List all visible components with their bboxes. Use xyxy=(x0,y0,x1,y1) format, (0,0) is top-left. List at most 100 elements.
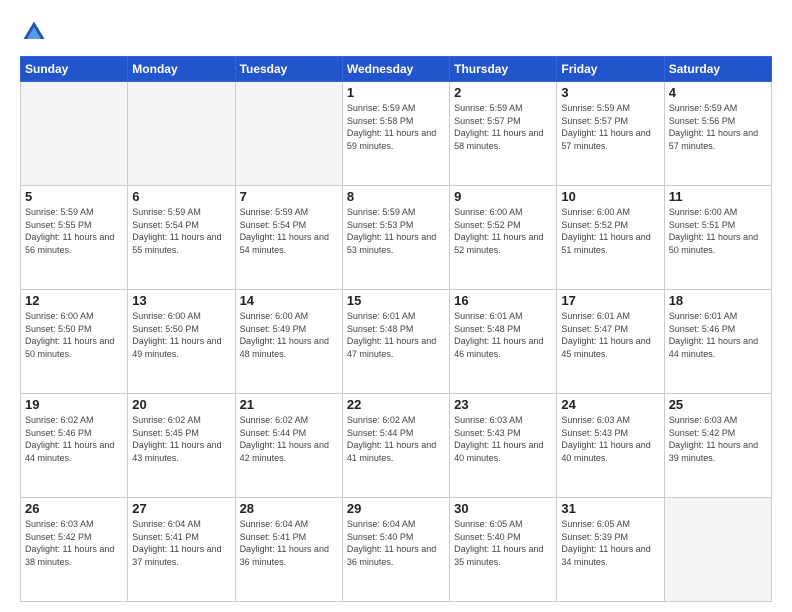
calendar-cell xyxy=(664,498,771,602)
logo xyxy=(20,18,52,46)
day-info: Sunrise: 6:02 AMSunset: 5:46 PMDaylight:… xyxy=(25,414,123,464)
day-number: 1 xyxy=(347,85,445,100)
calendar-cell: 15 Sunrise: 6:01 AMSunset: 5:48 PMDayligh… xyxy=(342,290,449,394)
day-number: 30 xyxy=(454,501,552,516)
day-info: Sunrise: 6:01 AMSunset: 5:48 PMDaylight:… xyxy=(347,310,445,360)
day-number: 20 xyxy=(132,397,230,412)
calendar-weekday-wednesday: Wednesday xyxy=(342,57,449,82)
day-info: Sunrise: 6:00 AMSunset: 5:49 PMDaylight:… xyxy=(240,310,338,360)
calendar-cell: 28 Sunrise: 6:04 AMSunset: 5:41 PMDayligh… xyxy=(235,498,342,602)
calendar-cell: 23 Sunrise: 6:03 AMSunset: 5:43 PMDayligh… xyxy=(450,394,557,498)
calendar-weekday-sunday: Sunday xyxy=(21,57,128,82)
calendar-cell: 21 Sunrise: 6:02 AMSunset: 5:44 PMDayligh… xyxy=(235,394,342,498)
day-number: 28 xyxy=(240,501,338,516)
page: SundayMondayTuesdayWednesdayThursdayFrid… xyxy=(0,0,792,612)
day-number: 4 xyxy=(669,85,767,100)
day-number: 3 xyxy=(561,85,659,100)
day-info: Sunrise: 6:03 AMSunset: 5:43 PMDaylight:… xyxy=(561,414,659,464)
day-info: Sunrise: 6:05 AMSunset: 5:39 PMDaylight:… xyxy=(561,518,659,568)
calendar-cell xyxy=(235,82,342,186)
day-info: Sunrise: 5:59 AMSunset: 5:57 PMDaylight:… xyxy=(561,102,659,152)
calendar-table: SundayMondayTuesdayWednesdayThursdayFrid… xyxy=(20,56,772,602)
calendar-cell: 30Sunrise: 6:05 AMSunset: 5:40 PMDayligh… xyxy=(450,498,557,602)
day-number: 22 xyxy=(347,397,445,412)
day-number: 16 xyxy=(454,293,552,308)
day-number: 12 xyxy=(25,293,123,308)
day-number: 19 xyxy=(25,397,123,412)
day-info: Sunrise: 5:59 AMSunset: 5:54 PMDaylight:… xyxy=(132,206,230,256)
day-info: Sunrise: 6:03 AMSunset: 5:42 PMDaylight:… xyxy=(25,518,123,568)
day-info: Sunrise: 5:59 AMSunset: 5:58 PMDaylight:… xyxy=(347,102,445,152)
day-number: 2 xyxy=(454,85,552,100)
calendar-cell xyxy=(21,82,128,186)
day-info: Sunrise: 6:01 AMSunset: 5:48 PMDaylight:… xyxy=(454,310,552,360)
logo-icon xyxy=(20,18,48,46)
day-info: Sunrise: 6:00 AMSunset: 5:51 PMDaylight:… xyxy=(669,206,767,256)
calendar-header-row: SundayMondayTuesdayWednesdayThursdayFrid… xyxy=(21,57,772,82)
calendar-cell: 7Sunrise: 5:59 AMSunset: 5:54 PMDaylight… xyxy=(235,186,342,290)
day-number: 14 xyxy=(240,293,338,308)
day-number: 8 xyxy=(347,189,445,204)
header xyxy=(20,18,772,46)
day-number: 18 xyxy=(669,293,767,308)
day-number: 10 xyxy=(561,189,659,204)
calendar-cell: 4Sunrise: 5:59 AMSunset: 5:56 PMDaylight… xyxy=(664,82,771,186)
calendar-cell: 9 Sunrise: 6:00 AMSunset: 5:52 PMDaylight… xyxy=(450,186,557,290)
day-number: 25 xyxy=(669,397,767,412)
calendar-weekday-friday: Friday xyxy=(557,57,664,82)
day-info: Sunrise: 6:04 AMSunset: 5:40 PMDaylight:… xyxy=(347,518,445,568)
day-info: Sunrise: 6:00 AMSunset: 5:50 PMDaylight:… xyxy=(25,310,123,360)
day-info: Sunrise: 6:02 AMSunset: 5:44 PMDaylight:… xyxy=(240,414,338,464)
day-info: Sunrise: 6:04 AMSunset: 5:41 PMDaylight:… xyxy=(240,518,338,568)
calendar-cell: 1 Sunrise: 5:59 AMSunset: 5:58 PMDaylight… xyxy=(342,82,449,186)
calendar-cell: 25 Sunrise: 6:03 AMSunset: 5:42 PMDayligh… xyxy=(664,394,771,498)
calendar-weekday-saturday: Saturday xyxy=(664,57,771,82)
day-number: 23 xyxy=(454,397,552,412)
day-number: 6 xyxy=(132,189,230,204)
day-info: Sunrise: 5:59 AMSunset: 5:57 PMDaylight:… xyxy=(454,102,552,152)
calendar-cell: 13Sunrise: 6:00 AMSunset: 5:50 PMDayligh… xyxy=(128,290,235,394)
calendar-cell: 24 Sunrise: 6:03 AMSunset: 5:43 PMDayligh… xyxy=(557,394,664,498)
calendar-cell: 11 Sunrise: 6:00 AMSunset: 5:51 PMDayligh… xyxy=(664,186,771,290)
day-info: Sunrise: 6:03 AMSunset: 5:42 PMDaylight:… xyxy=(669,414,767,464)
calendar-weekday-tuesday: Tuesday xyxy=(235,57,342,82)
day-number: 31 xyxy=(561,501,659,516)
day-number: 9 xyxy=(454,189,552,204)
day-number: 27 xyxy=(132,501,230,516)
calendar-week-row: 5 Sunrise: 5:59 AMSunset: 5:55 PMDaylight… xyxy=(21,186,772,290)
day-number: 11 xyxy=(669,189,767,204)
day-info: Sunrise: 5:59 AMSunset: 5:54 PMDaylight:… xyxy=(240,206,338,256)
calendar-weekday-thursday: Thursday xyxy=(450,57,557,82)
day-info: Sunrise: 6:04 AMSunset: 5:41 PMDaylight:… xyxy=(132,518,230,568)
calendar-cell: 29 Sunrise: 6:04 AMSunset: 5:40 PMDayligh… xyxy=(342,498,449,602)
calendar-cell: 10 Sunrise: 6:00 AMSunset: 5:52 PMDayligh… xyxy=(557,186,664,290)
day-info: Sunrise: 6:00 AMSunset: 5:50 PMDaylight:… xyxy=(132,310,230,360)
day-number: 29 xyxy=(347,501,445,516)
calendar-cell: 18 Sunrise: 6:01 AMSunset: 5:46 PMDayligh… xyxy=(664,290,771,394)
day-number: 26 xyxy=(25,501,123,516)
calendar-cell xyxy=(128,82,235,186)
day-info: Sunrise: 6:01 AMSunset: 5:46 PMDaylight:… xyxy=(669,310,767,360)
day-info: Sunrise: 6:02 AMSunset: 5:45 PMDaylight:… xyxy=(132,414,230,464)
calendar-week-row: 19 Sunrise: 6:02 AMSunset: 5:46 PMDayligh… xyxy=(21,394,772,498)
calendar-weekday-monday: Monday xyxy=(128,57,235,82)
day-number: 24 xyxy=(561,397,659,412)
day-info: Sunrise: 6:00 AMSunset: 5:52 PMDaylight:… xyxy=(454,206,552,256)
day-info: Sunrise: 6:03 AMSunset: 5:43 PMDaylight:… xyxy=(454,414,552,464)
calendar-cell: 6 Sunrise: 5:59 AMSunset: 5:54 PMDaylight… xyxy=(128,186,235,290)
day-number: 17 xyxy=(561,293,659,308)
calendar-week-row: 12 Sunrise: 6:00 AMSunset: 5:50 PMDayligh… xyxy=(21,290,772,394)
day-number: 5 xyxy=(25,189,123,204)
calendar-cell: 16 Sunrise: 6:01 AMSunset: 5:48 PMDayligh… xyxy=(450,290,557,394)
calendar-cell: 27 Sunrise: 6:04 AMSunset: 5:41 PMDayligh… xyxy=(128,498,235,602)
calendar-cell: 2 Sunrise: 5:59 AMSunset: 5:57 PMDaylight… xyxy=(450,82,557,186)
day-info: Sunrise: 6:02 AMSunset: 5:44 PMDaylight:… xyxy=(347,414,445,464)
calendar-cell: 19 Sunrise: 6:02 AMSunset: 5:46 PMDayligh… xyxy=(21,394,128,498)
day-number: 15 xyxy=(347,293,445,308)
day-info: Sunrise: 6:00 AMSunset: 5:52 PMDaylight:… xyxy=(561,206,659,256)
calendar-cell: 12 Sunrise: 6:00 AMSunset: 5:50 PMDayligh… xyxy=(21,290,128,394)
calendar-cell: 20 Sunrise: 6:02 AMSunset: 5:45 PMDayligh… xyxy=(128,394,235,498)
day-info: Sunrise: 5:59 AMSunset: 5:55 PMDaylight:… xyxy=(25,206,123,256)
day-number: 21 xyxy=(240,397,338,412)
calendar-cell: 17Sunrise: 6:01 AMSunset: 5:47 PMDayligh… xyxy=(557,290,664,394)
